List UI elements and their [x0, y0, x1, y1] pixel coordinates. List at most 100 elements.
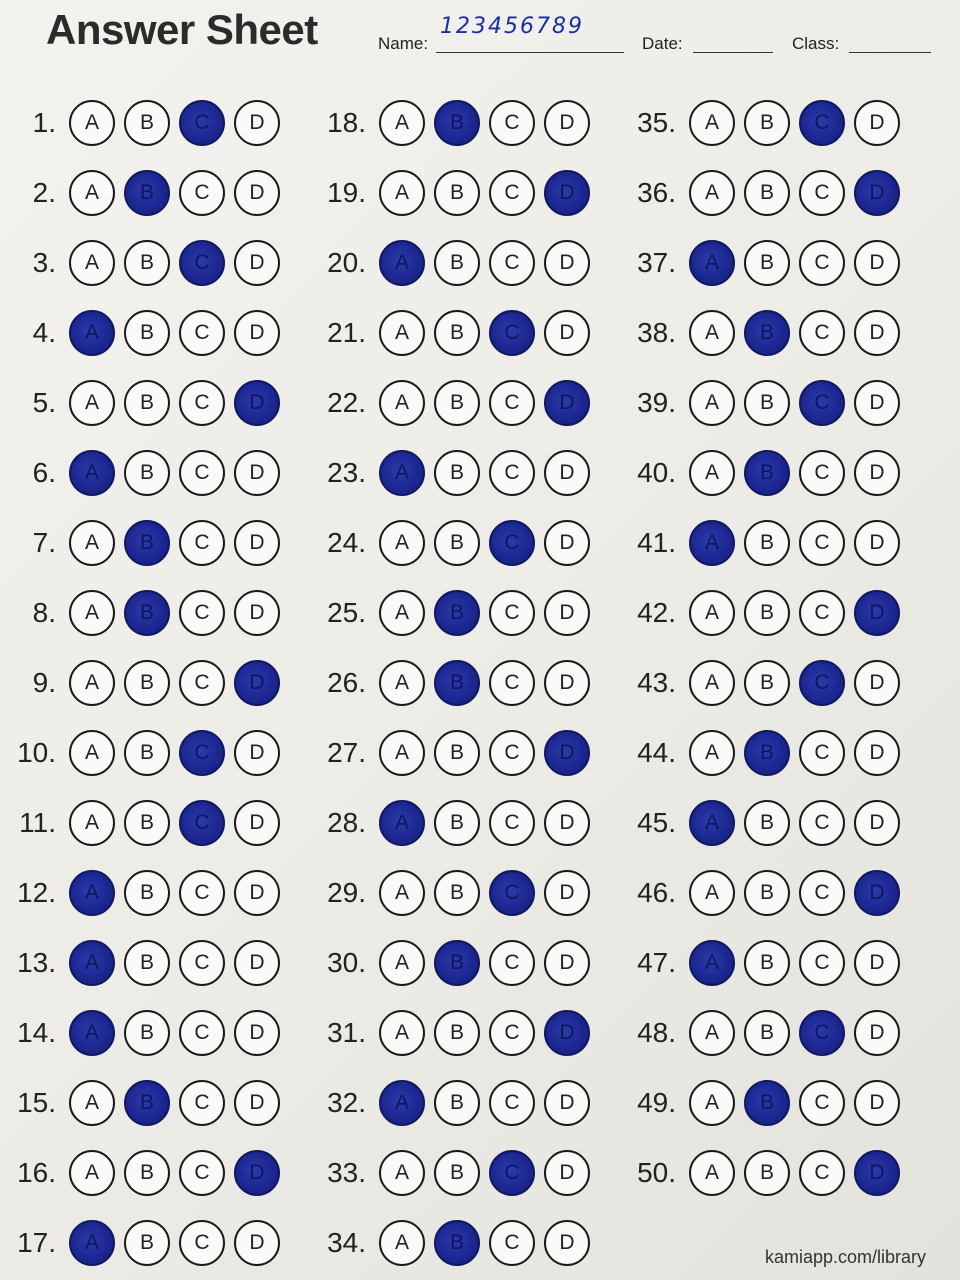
answer-bubble-b[interactable]: B	[124, 100, 170, 146]
answer-bubble-b[interactable]: B	[434, 800, 480, 846]
answer-bubble-b[interactable]: B	[434, 1080, 480, 1126]
answer-bubble-a[interactable]: A	[69, 380, 115, 426]
answer-bubble-a[interactable]: A	[379, 1220, 425, 1266]
answer-bubble-c[interactable]: C	[179, 590, 225, 636]
answer-bubble-c[interactable]: C	[489, 100, 535, 146]
answer-bubble-d[interactable]: D	[544, 660, 590, 706]
answer-bubble-a[interactable]: A	[689, 170, 735, 216]
answer-bubble-d[interactable]: D	[854, 520, 900, 566]
answer-bubble-b[interactable]: B	[744, 870, 790, 916]
answer-bubble-d[interactable]: D	[854, 310, 900, 356]
answer-bubble-a[interactable]: A	[69, 450, 115, 496]
class-line[interactable]	[849, 52, 931, 53]
answer-bubble-a[interactable]: A	[379, 170, 425, 216]
answer-bubble-b[interactable]: B	[434, 170, 480, 216]
answer-bubble-b[interactable]: B	[434, 450, 480, 496]
answer-bubble-a[interactable]: A	[689, 100, 735, 146]
answer-bubble-c[interactable]: C	[799, 170, 845, 216]
answer-bubble-b[interactable]: B	[434, 660, 480, 706]
answer-bubble-a[interactable]: A	[689, 380, 735, 426]
answer-bubble-d[interactable]: D	[854, 240, 900, 286]
answer-bubble-d[interactable]: D	[544, 1080, 590, 1126]
answer-bubble-a[interactable]: A	[69, 940, 115, 986]
answer-bubble-d[interactable]: D	[234, 1080, 280, 1126]
answer-bubble-d[interactable]: D	[854, 450, 900, 496]
answer-bubble-c[interactable]: C	[179, 170, 225, 216]
answer-bubble-d[interactable]: D	[544, 1150, 590, 1196]
answer-bubble-d[interactable]: D	[234, 170, 280, 216]
answer-bubble-b[interactable]: B	[124, 520, 170, 566]
answer-bubble-c[interactable]: C	[179, 730, 225, 776]
answer-bubble-c[interactable]: C	[489, 520, 535, 566]
answer-bubble-c[interactable]: C	[799, 1010, 845, 1056]
answer-bubble-d[interactable]: D	[544, 1220, 590, 1266]
answer-bubble-d[interactable]: D	[854, 100, 900, 146]
answer-bubble-c[interactable]: C	[489, 1150, 535, 1196]
answer-bubble-b[interactable]: B	[124, 870, 170, 916]
answer-bubble-a[interactable]: A	[379, 660, 425, 706]
answer-bubble-c[interactable]: C	[799, 310, 845, 356]
answer-bubble-c[interactable]: C	[489, 870, 535, 916]
answer-bubble-d[interactable]: D	[234, 450, 280, 496]
answer-bubble-d[interactable]: D	[234, 1010, 280, 1056]
answer-bubble-c[interactable]: C	[179, 660, 225, 706]
answer-bubble-b[interactable]: B	[124, 940, 170, 986]
answer-bubble-a[interactable]: A	[689, 240, 735, 286]
answer-bubble-c[interactable]: C	[179, 310, 225, 356]
answer-bubble-d[interactable]: D	[234, 1220, 280, 1266]
answer-bubble-b[interactable]: B	[124, 1010, 170, 1056]
answer-bubble-a[interactable]: A	[379, 1080, 425, 1126]
answer-bubble-c[interactable]: C	[489, 170, 535, 216]
answer-bubble-d[interactable]: D	[544, 870, 590, 916]
answer-bubble-b[interactable]: B	[744, 1080, 790, 1126]
answer-bubble-c[interactable]: C	[799, 1080, 845, 1126]
answer-bubble-c[interactable]: C	[179, 1010, 225, 1056]
answer-bubble-a[interactable]: A	[69, 730, 115, 776]
answer-bubble-a[interactable]: A	[69, 660, 115, 706]
answer-bubble-b[interactable]: B	[434, 1220, 480, 1266]
answer-bubble-a[interactable]: A	[689, 870, 735, 916]
answer-bubble-d[interactable]: D	[234, 380, 280, 426]
answer-bubble-c[interactable]: C	[179, 520, 225, 566]
answer-bubble-b[interactable]: B	[124, 310, 170, 356]
answer-bubble-a[interactable]: A	[379, 870, 425, 916]
answer-bubble-c[interactable]: C	[799, 590, 845, 636]
answer-bubble-d[interactable]: D	[854, 1150, 900, 1196]
name-value[interactable]: 123456789	[440, 14, 584, 39]
answer-bubble-b[interactable]: B	[434, 240, 480, 286]
answer-bubble-c[interactable]: C	[799, 940, 845, 986]
answer-bubble-b[interactable]: B	[744, 660, 790, 706]
answer-bubble-b[interactable]: B	[434, 1010, 480, 1056]
answer-bubble-c[interactable]: C	[179, 800, 225, 846]
answer-bubble-c[interactable]: C	[799, 730, 845, 776]
answer-bubble-a[interactable]: A	[379, 730, 425, 776]
answer-bubble-a[interactable]: A	[379, 800, 425, 846]
answer-bubble-b[interactable]: B	[434, 590, 480, 636]
answer-bubble-a[interactable]: A	[689, 1080, 735, 1126]
answer-bubble-c[interactable]: C	[489, 590, 535, 636]
answer-bubble-d[interactable]: D	[234, 940, 280, 986]
answer-bubble-d[interactable]: D	[544, 800, 590, 846]
answer-bubble-d[interactable]: D	[234, 590, 280, 636]
answer-bubble-a[interactable]: A	[689, 520, 735, 566]
answer-bubble-c[interactable]: C	[489, 380, 535, 426]
date-line[interactable]	[693, 52, 773, 53]
answer-bubble-a[interactable]: A	[689, 940, 735, 986]
answer-bubble-a[interactable]: A	[379, 100, 425, 146]
answer-bubble-d[interactable]: D	[544, 730, 590, 776]
answer-bubble-d[interactable]: D	[544, 520, 590, 566]
answer-bubble-b[interactable]: B	[434, 520, 480, 566]
answer-bubble-d[interactable]: D	[234, 310, 280, 356]
answer-bubble-b[interactable]: B	[124, 660, 170, 706]
answer-bubble-b[interactable]: B	[124, 240, 170, 286]
answer-bubble-a[interactable]: A	[689, 730, 735, 776]
answer-bubble-b[interactable]: B	[124, 170, 170, 216]
answer-bubble-a[interactable]: A	[689, 590, 735, 636]
answer-bubble-a[interactable]: A	[689, 1150, 735, 1196]
answer-bubble-d[interactable]: D	[854, 870, 900, 916]
answer-bubble-c[interactable]: C	[179, 100, 225, 146]
answer-bubble-a[interactable]: A	[379, 450, 425, 496]
answer-bubble-b[interactable]: B	[124, 1220, 170, 1266]
answer-bubble-a[interactable]: A	[379, 1010, 425, 1056]
answer-bubble-c[interactable]: C	[489, 940, 535, 986]
